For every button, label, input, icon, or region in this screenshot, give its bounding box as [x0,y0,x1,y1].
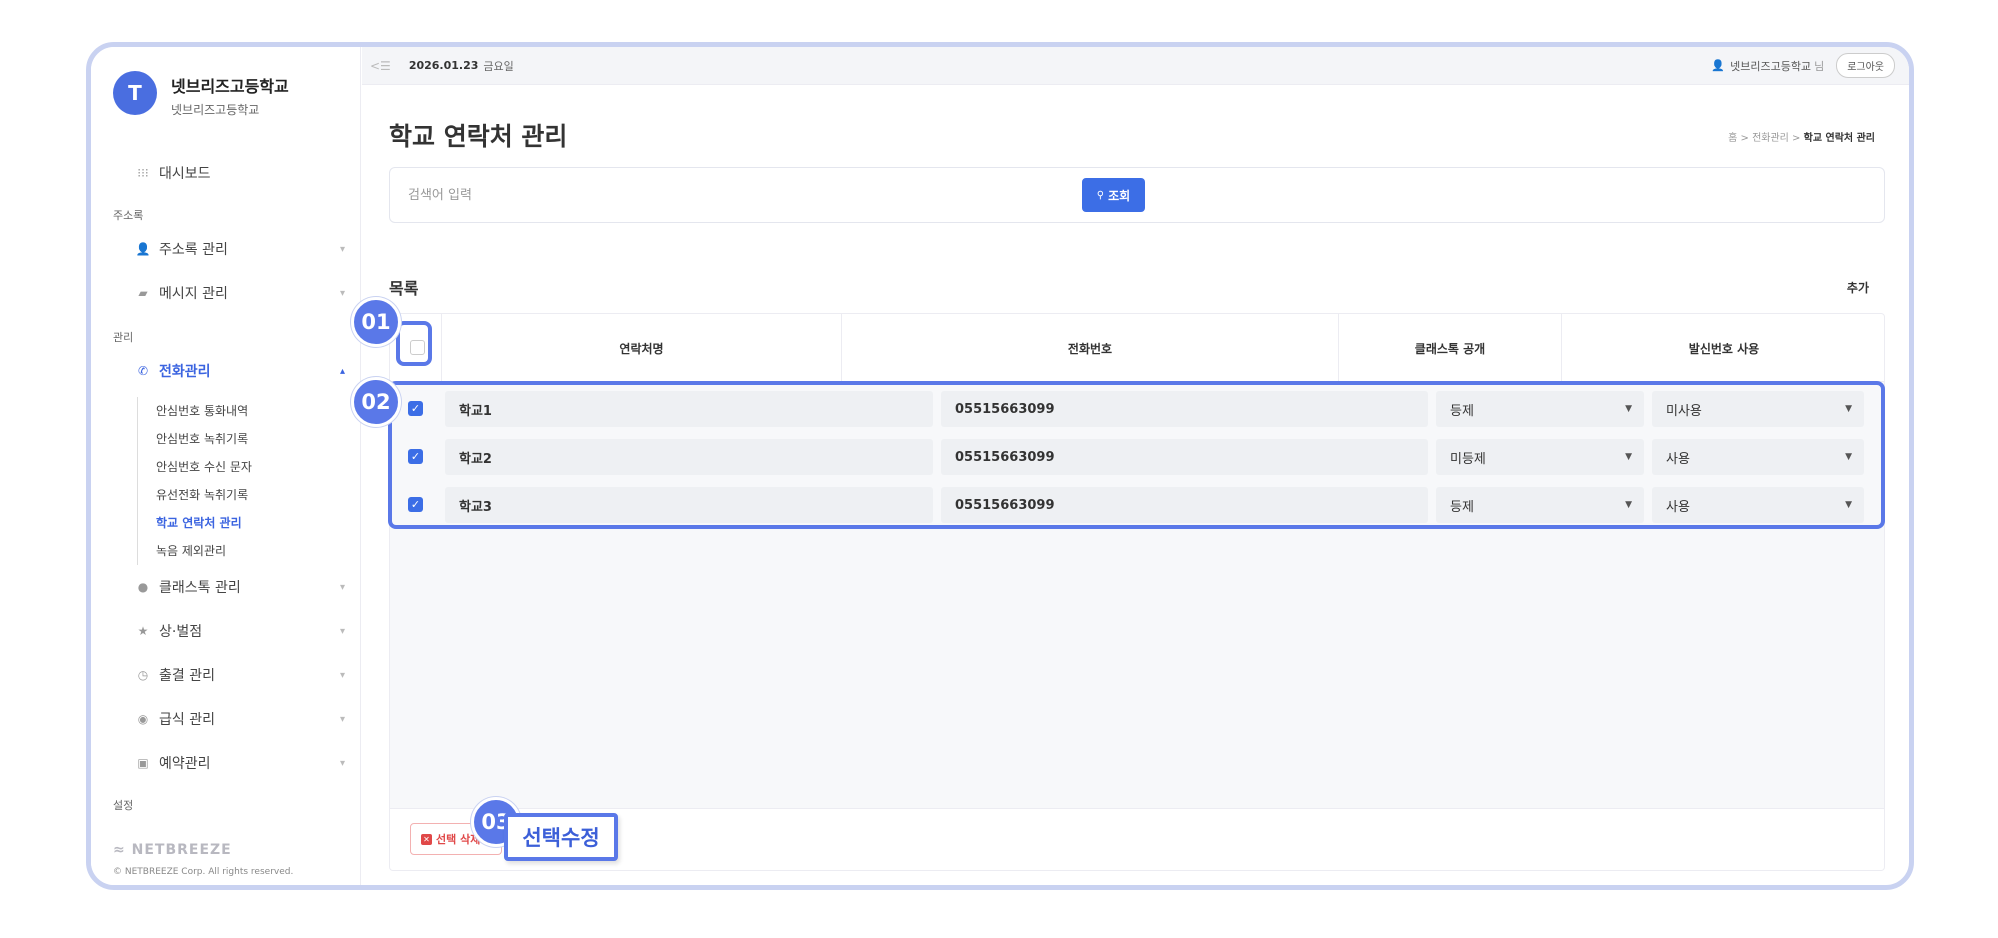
person-icon: 👤 [135,242,151,256]
clock-icon: ◷ [137,668,149,682]
section-manage: 관리 [113,331,134,344]
section-settings: 설정 [113,799,134,812]
chevron-down-icon: ▾ [339,713,345,725]
user-suffix: 님 [1814,59,1825,73]
sidebar-item-reward[interactable]: ★ 상·벌점 ▾ [135,621,345,641]
sidebar-item-label: 상·벌점 [159,624,203,640]
list-title: 목록 [389,279,419,298]
chevron-up-icon: ▴ [339,365,345,377]
chevron-down-icon: ▾ [339,625,345,637]
sidebar-item-addressbook[interactable]: 👤 주소록 관리 ▾ [135,239,345,259]
annotation-badge-01: 01 [351,297,401,347]
sidebar-item-meal[interactable]: ◉ 급식 관리 ▾ [135,709,345,729]
highlight-rows [388,381,1885,529]
topbar: <☰ 2026.01.23 금요일 👤 넷브리즈고등학교 님 로그아웃 [362,47,1909,85]
add-button[interactable]: 추가 [1847,279,1869,296]
sidebar-item-attendance[interactable]: ◷ 출결 관리 ▾ [135,665,345,685]
brand: T 넷브리즈고등학교 넷브리즈고등학교 [113,71,289,118]
sidebar-item-label: 대시보드 [159,166,211,182]
delete-icon: ✕ [421,833,432,845]
chevron-down-icon: ▾ [339,669,345,681]
subnav-item[interactable]: 안심번호 수신 문자 [156,453,252,481]
header-caller: 발신번호 사용 [1561,314,1884,382]
page-title: 학교 연락처 관리 [389,122,568,151]
subnav-item[interactable]: 안심번호 통화내역 [156,397,252,425]
section-addressbook: 주소록 [113,209,144,222]
phone-icon: ✆ [137,364,149,378]
sidebar-item-label: 급식 관리 [159,712,215,728]
sidebar-item-message[interactable]: ▰ 메시지 관리 ▾ [135,283,345,303]
table-header: 연락처명 전화번호 클래스톡 공개 발신번호 사용 [390,314,1884,382]
school-sub: 넷브리즈고등학교 [171,103,260,117]
user-info: 👤 넷브리즈고등학교 님 [1711,58,1824,74]
logout-button[interactable]: 로그아웃 [1836,53,1895,78]
header-classtalk: 클래스톡 공개 [1338,314,1561,382]
chevron-down-icon: ▾ [339,243,345,255]
chevron-down-icon: ▾ [339,581,345,593]
sidebar-item-phone[interactable]: ✆ 전화관리 ▴ [135,361,345,381]
sidebar: T 넷브리즈고등학교 넷브리즈고등학교 ⁝⁝⁝ 대시보드 주소록 👤 주소록 관… [91,47,361,885]
chat-icon: ● [137,580,149,594]
chevron-down-icon: ▾ [339,757,345,769]
search-icon: ⚲ [1096,189,1105,201]
chevron-down-icon: ▾ [339,287,345,299]
sidebar-item-label: 출결 관리 [159,668,215,684]
current-date: 2026.01.23 [408,59,479,72]
breadcrumb-mid[interactable]: 전화관리 [1752,133,1789,144]
copyright: © NETBREEZE Corp. All rights reserved. [113,867,294,877]
breadcrumb-current: 학교 연락처 관리 [1803,133,1875,144]
sidebar-item-classtalk[interactable]: ● 클래스톡 관리 ▾ [135,577,345,597]
sidebar-item-label: 전화관리 [159,364,211,380]
header-name: 연락처명 [441,314,841,382]
phone-subnav: 안심번호 통화내역 안심번호 녹취기록 안심번호 수신 문자 유선전화 녹취기록… [137,397,252,565]
user-name: 넷브리즈고등학교 [1730,59,1812,73]
avatar: T [113,71,157,115]
calendar-icon: ▣ [137,756,149,770]
sidebar-item-dashboard[interactable]: ⁝⁝⁝ 대시보드 [135,163,211,183]
user-icon: 👤 [1711,59,1726,72]
logo-mark-icon: ≈ [113,842,132,858]
header-phone: 전화번호 [841,314,1338,382]
breadcrumb: 홈 > 전화관리 > 학교 연락처 관리 [1728,133,1875,144]
subnav-item-active[interactable]: 학교 연락처 관리 [156,509,252,537]
sidebar-item-label: 예약관리 [159,756,211,772]
school-name: 넷브리즈고등학교 [171,77,289,96]
star-icon: ★ [137,624,149,638]
sidebar-item-label: 클래스톡 관리 [159,580,241,596]
breadcrumb-home[interactable]: 홈 [1728,133,1737,144]
subnav-item[interactable]: 안심번호 녹취기록 [156,425,252,453]
sidebar-item-label: 메시지 관리 [159,286,228,302]
current-day: 금요일 [483,59,514,73]
meal-icon: ◉ [137,712,149,726]
netbreeze-logo: ≈ NETBREEZE [113,842,232,858]
subnav-item[interactable]: 유선전화 녹취기록 [156,481,252,509]
app-frame: T 넷브리즈고등학교 넷브리즈고등학교 ⁝⁝⁝ 대시보드 주소록 👤 주소록 관… [86,42,1914,890]
message-icon: ▰ [138,286,148,300]
menu-collapse-icon[interactable]: <☰ [370,59,391,73]
highlight-select-all [396,321,432,366]
subnav-item[interactable]: 녹음 제외관리 [156,537,252,565]
edit-selected-button[interactable]: 선택수정 [504,813,618,861]
search-button[interactable]: ⚲ 조회 [1082,178,1145,212]
sidebar-item-label: 주소록 관리 [159,242,228,258]
grid-icon: ⁝⁝⁝ [137,166,149,180]
search-box: ⚲ 조회 [389,167,1885,223]
annotation-badge-02: 02 [351,377,401,427]
search-input[interactable] [408,182,1088,208]
sidebar-item-reservation[interactable]: ▣ 예약관리 ▾ [135,753,345,773]
